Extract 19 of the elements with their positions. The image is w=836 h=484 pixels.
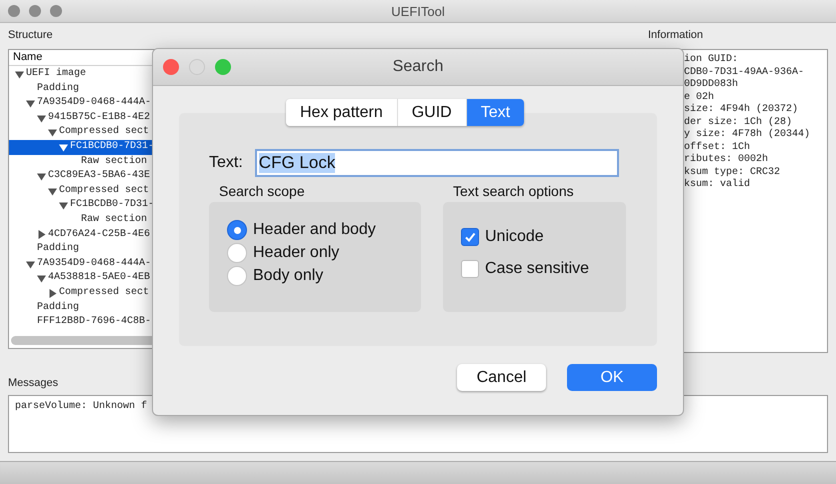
- message-line: parseVolume: Unknown f: [15, 401, 148, 414]
- group-label: Text search options: [453, 182, 574, 201]
- panel-label: Structure: [8, 28, 53, 43]
- info-line: size: 4F94h (20372): [684, 104, 798, 116]
- info-line: offset: 1Ch: [684, 142, 750, 154]
- info-line: 0D9DD083h: [684, 79, 738, 92]
- info-line: CDB0-7D31-49AA-936A-: [684, 66, 804, 78]
- panel-label: Information: [648, 28, 704, 43]
- info-line: ksum type: CRC32: [684, 166, 780, 178]
- info-line: y size: 4F78h (20344): [684, 129, 810, 142]
- field-label: Text:: [209, 154, 243, 172]
- window-title: UEFITool: [391, 4, 445, 18]
- info-line: ion GUID:: [684, 54, 738, 66]
- info-line: ributes: 0002h: [684, 154, 768, 166]
- panel-label: Messages: [8, 376, 58, 391]
- group-label: Search scope: [219, 182, 305, 201]
- info-line: der size: 1Ch (28): [684, 116, 792, 128]
- info-line: ksum: valid: [684, 179, 750, 192]
- info-line: e 02h: [684, 92, 714, 104]
